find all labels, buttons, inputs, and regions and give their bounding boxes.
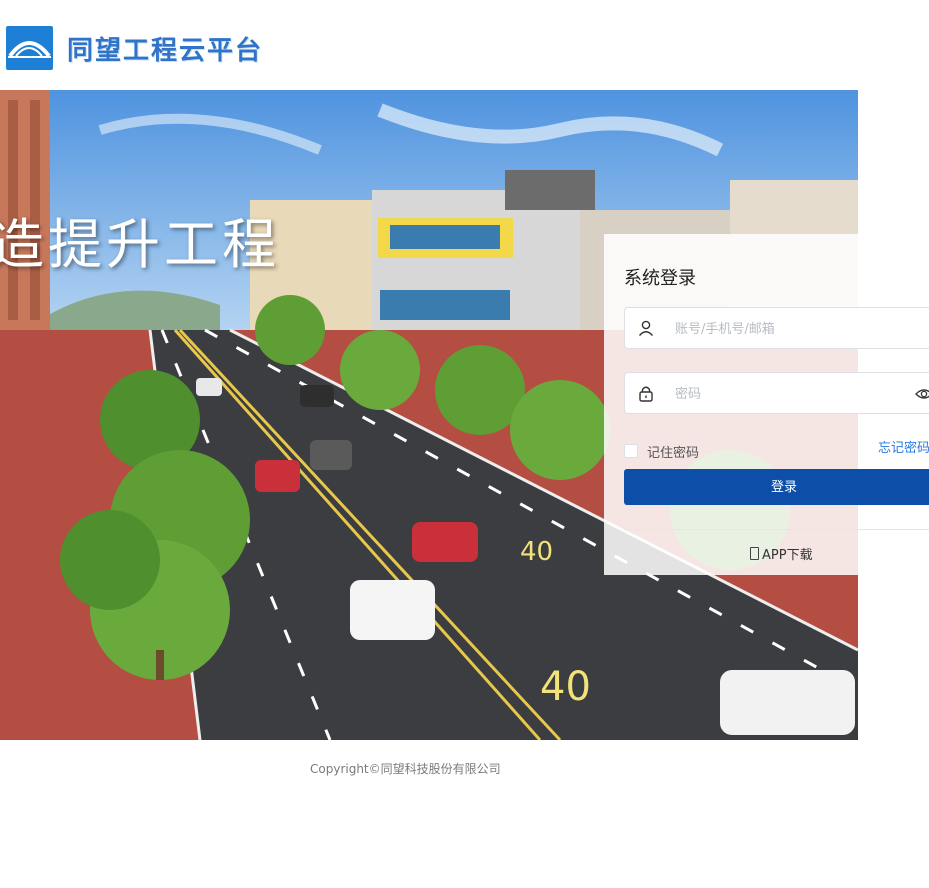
divider: [624, 529, 929, 530]
app-download-label: APP下载: [762, 548, 813, 563]
password-field[interactable]: [624, 372, 929, 414]
account-input[interactable]: [673, 317, 897, 341]
remember-checkbox[interactable]: [624, 444, 638, 458]
forgot-password-link[interactable]: 忘记密码: [878, 437, 929, 456]
app-download-link[interactable]: APP下载: [750, 544, 813, 563]
account-field[interactable]: [624, 307, 929, 349]
login-panel: 系统登录 记住密码 忘记密码 登录 APP下载: [604, 234, 929, 575]
svg-text:40: 40: [520, 537, 553, 567]
platform-logo-text: 同望工程云平台: [67, 36, 264, 66]
lock-icon: [639, 386, 653, 402]
eye-icon[interactable]: [915, 385, 929, 403]
hero-slogan: 造提升工程: [0, 213, 280, 276]
phone-icon: [750, 547, 759, 560]
svg-text:40: 40: [540, 664, 591, 710]
login-button[interactable]: 登录: [624, 469, 929, 505]
remember-label: 记住密码: [647, 446, 700, 461]
user-icon: [638, 320, 654, 336]
password-input[interactable]: [673, 382, 897, 406]
copyright: Copyright©同望科技股份有限公司: [310, 762, 501, 776]
bridge-logo-icon: [6, 26, 53, 70]
login-title: 系统登录: [624, 268, 696, 289]
